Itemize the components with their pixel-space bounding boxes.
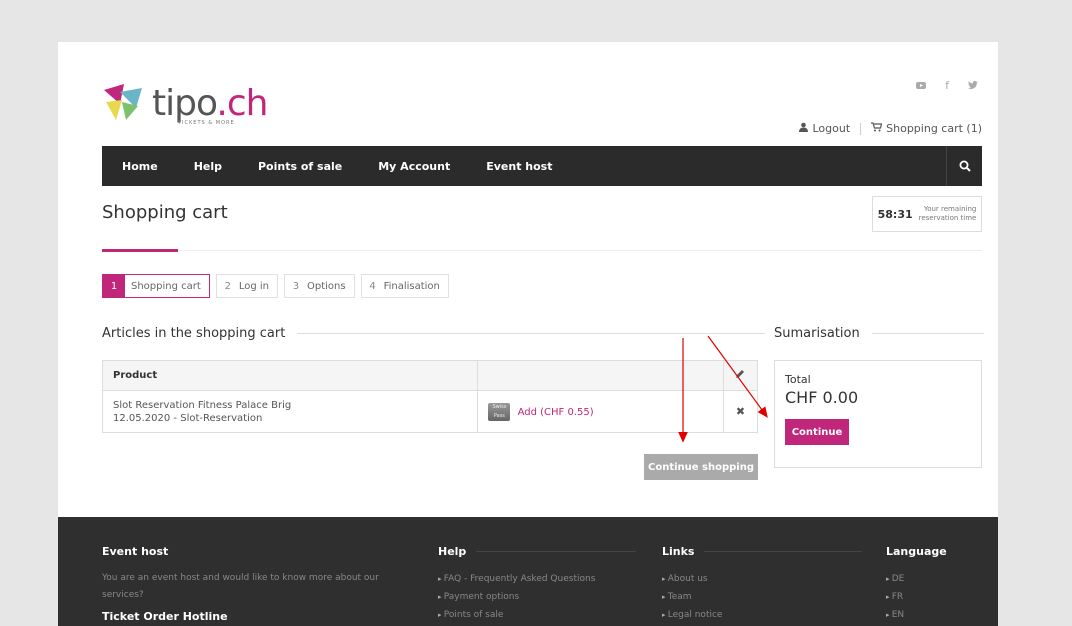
annotation-arrows [678, 335, 768, 443]
arrow-to-remove-item [707, 335, 768, 418]
